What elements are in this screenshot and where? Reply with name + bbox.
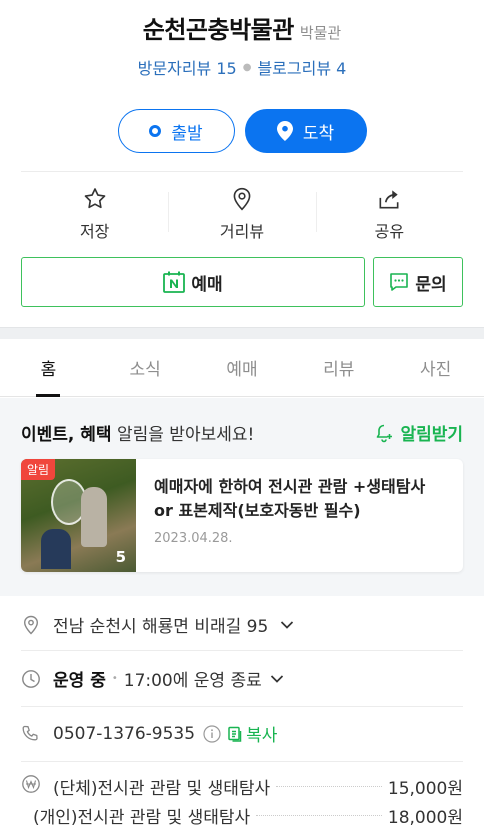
- visitor-reviews-link[interactable]: 방문자리뷰 15: [138, 55, 237, 79]
- hours-row: 운영 중 • 17:00에 운영 종료: [21, 666, 463, 691]
- event-heading-rest: 알림을 받아보세요!: [111, 425, 255, 445]
- price-item: (개인)전시관 관람 및 생태탐사 18,000원: [21, 803, 463, 828]
- separator-dot: ●: [242, 61, 252, 73]
- star-icon: [84, 188, 106, 209]
- place-category: 박물관: [299, 24, 342, 42]
- primary-buttons: 예매 문의: [21, 257, 463, 307]
- location-pin-icon: [276, 121, 293, 141]
- chevron-down-icon[interactable]: [270, 674, 284, 684]
- event-section: 이벤트, 혜택 알림을 받아보세요! 알림받기 알림 5 예매자에 한하여 전시…: [0, 398, 484, 596]
- leader-line: [276, 786, 382, 787]
- photo-count: 5: [115, 548, 126, 566]
- address-text: 전남 순천시 해룡면 비래길 95: [53, 617, 269, 637]
- reserve-label: 예매: [191, 274, 223, 295]
- copy-label: 복사: [246, 726, 278, 746]
- section-divider: [0, 327, 484, 339]
- copy-icon: [228, 726, 242, 742]
- arrive-button[interactable]: 도착: [244, 109, 367, 153]
- person-shape: [81, 487, 107, 547]
- event-photo: 알림 5: [21, 459, 136, 572]
- price-item-name: (단체)전시관 관람 및 생태탐사: [53, 779, 271, 799]
- streetview-button[interactable]: 거리뷰: [168, 180, 315, 242]
- status-text: 운영 중: [53, 671, 106, 691]
- action-bar: 저장 거리뷰 공유: [21, 180, 463, 242]
- tab-booking[interactable]: 예매: [194, 339, 291, 396]
- event-title: 예매자에 한하여 전시관 관람 +생태탐사 or 표본제작(보호자동반 필수): [154, 477, 426, 520]
- share-button[interactable]: 공유: [315, 180, 463, 242]
- divider: [21, 706, 463, 707]
- event-heading-bold: 이벤트, 혜택: [21, 425, 112, 445]
- streetview-label: 거리뷰: [219, 222, 265, 241]
- tab-photos[interactable]: 사진: [387, 339, 484, 396]
- child-shape: [41, 529, 71, 569]
- price-list: (단체)전시관 관람 및 생태탐사 15,000원 (개인)전시관 관람 및 생…: [21, 774, 463, 828]
- event-date: 2023.04.28.: [154, 531, 233, 546]
- save-button[interactable]: 저장: [21, 180, 168, 242]
- phone-number: 0507-1376-9535: [53, 723, 196, 744]
- chevron-down-icon[interactable]: [280, 620, 294, 630]
- tab-bar: 홈 소식 예매 리뷰 사진: [0, 339, 484, 397]
- separator-dot: •: [111, 673, 118, 684]
- reserve-button[interactable]: 예매: [21, 257, 365, 307]
- bell-plus-icon: [377, 424, 393, 442]
- share-label: 공유: [374, 222, 405, 241]
- price-item-value: 15,000원: [387, 779, 463, 799]
- inquiry-label: 문의: [415, 274, 447, 295]
- tab-news[interactable]: 소식: [97, 339, 194, 396]
- subscribe-label: 알림받기: [400, 425, 463, 445]
- price-item-name: (개인)전시관 관람 및 생태탐사: [33, 808, 251, 828]
- depart-label: 출발: [171, 123, 203, 144]
- won-icon: [21, 774, 41, 799]
- place-title: 순천곤충박물관: [142, 16, 295, 44]
- naver-booking-icon: [163, 271, 186, 293]
- alert-badge: 알림: [21, 459, 56, 480]
- clock-icon: [21, 669, 41, 689]
- divider: [21, 650, 463, 651]
- map-pin-icon: [233, 187, 251, 211]
- leader-line: [256, 815, 382, 816]
- share-icon: [379, 190, 399, 209]
- price-item-value: 18,000원: [387, 808, 463, 828]
- address-row: 전남 순천시 해룡면 비래길 95: [21, 612, 463, 637]
- tab-reviews[interactable]: 리뷰: [290, 339, 387, 396]
- phone-icon: [21, 724, 41, 744]
- info-icon[interactable]: [203, 724, 221, 743]
- divider: [21, 171, 463, 172]
- location-icon: [21, 615, 41, 635]
- depart-button[interactable]: 출발: [117, 109, 235, 153]
- origin-icon: [149, 125, 162, 137]
- inquiry-button[interactable]: 문의: [373, 257, 463, 307]
- subscribe-button[interactable]: 알림받기: [374, 420, 463, 445]
- tab-home[interactable]: 홈: [0, 339, 97, 397]
- divider: [21, 761, 463, 762]
- price-item: (단체)전시관 관람 및 생태탐사 15,000원: [21, 774, 463, 799]
- copy-button[interactable]: 복사: [227, 721, 277, 746]
- blog-reviews-link[interactable]: 블로그리뷰 4: [257, 55, 346, 79]
- phone-row: 0507-1376-9535 복사: [21, 721, 463, 746]
- event-heading: 이벤트, 혜택 알림을 받아보세요!: [21, 420, 254, 445]
- arrive-label: 도착: [302, 123, 335, 144]
- place-header: 순천곤충박물관 박물관 방문자리뷰 15 ● 블로그리뷰 4 출발 도착: [0, 0, 484, 153]
- event-card[interactable]: 알림 5 예매자에 한하여 전시관 관람 +생태탐사 or 표본제작(보호자동반…: [21, 459, 463, 572]
- hours-text: 17:00에 운영 종료: [123, 671, 262, 691]
- save-label: 저장: [79, 222, 110, 241]
- chat-icon: [390, 273, 409, 291]
